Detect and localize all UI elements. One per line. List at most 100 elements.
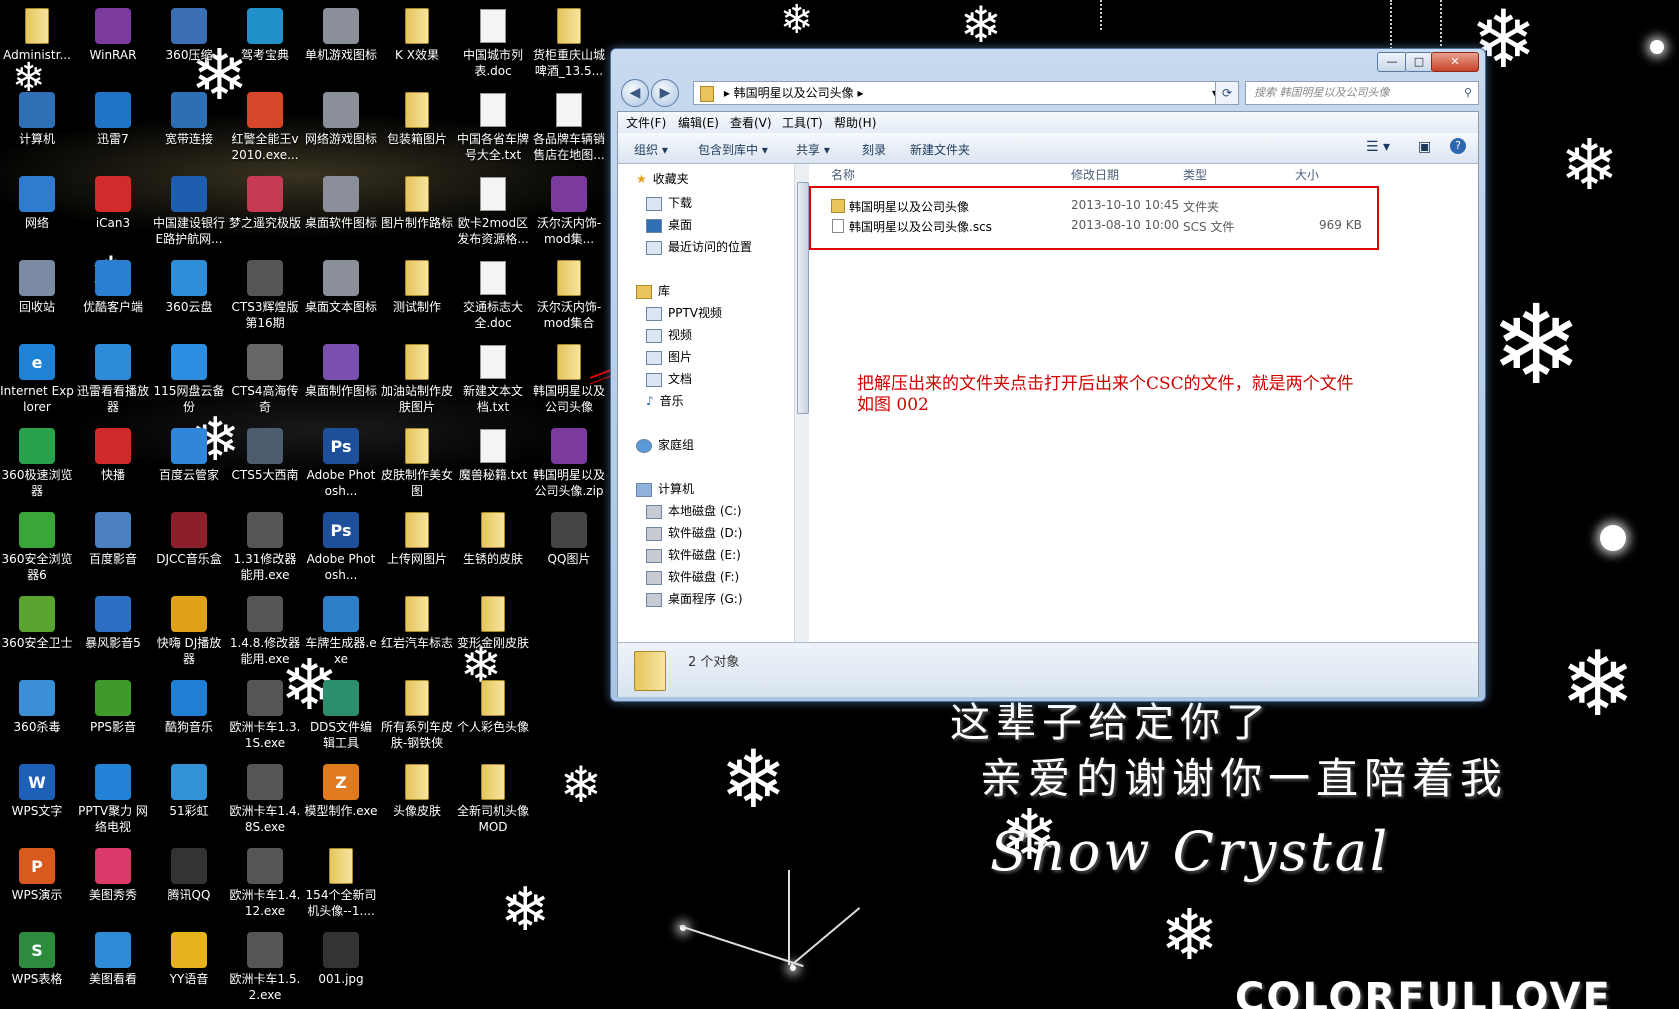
menu-help[interactable]: 帮助(H) bbox=[834, 114, 876, 131]
nav-computer[interactable]: 计算机 bbox=[636, 480, 694, 497]
desktop-icon[interactable]: 优酷客户端 bbox=[76, 260, 150, 315]
desktop-icon[interactable]: 暴风影音5 bbox=[76, 596, 150, 651]
desktop-icon[interactable]: 迅雷看看播放器 bbox=[76, 344, 150, 415]
desktop-icon[interactable]: 欧洲卡车1.3.1S.exe bbox=[228, 680, 302, 751]
column-header-type[interactable]: 类型 bbox=[1183, 166, 1207, 183]
desktop-icon[interactable]: 新建文本文档.txt bbox=[456, 344, 530, 415]
desktop-icon[interactable]: 360压缩 bbox=[152, 8, 226, 63]
close-button[interactable]: ✕ bbox=[1431, 52, 1479, 72]
nav-desktop[interactable]: 桌面 bbox=[646, 216, 692, 233]
desktop-icon[interactable]: 1.31修改器能用.exe bbox=[228, 512, 302, 583]
desktop-icon[interactable]: 红警全能王v2010.exe... bbox=[228, 92, 302, 163]
desktop-icon[interactable]: 各品牌车辆销售店在地图... bbox=[532, 92, 606, 163]
desktop-icon[interactable]: 皮肤制作美女图 bbox=[380, 428, 454, 499]
desktop-icon[interactable]: iCan3 bbox=[76, 176, 150, 231]
desktop-icon[interactable]: Ps Adobe Photosh... bbox=[304, 428, 378, 499]
desktop-icon[interactable]: 154个全新司机头像--1.... bbox=[304, 848, 378, 919]
desktop-icon[interactable]: 加油站制作皮肤图片 bbox=[380, 344, 454, 415]
desktop-icon[interactable]: DDS文件编辑工具 bbox=[304, 680, 378, 751]
address-field[interactable]: ▸ 韩国明星以及公司头像 ▸ ▾ bbox=[693, 81, 1225, 105]
refresh-button[interactable]: ⟳ bbox=[1215, 81, 1239, 105]
desktop-icon[interactable]: 中国建设银行E路护航网... bbox=[152, 176, 226, 247]
desktop-icon[interactable]: DJCC音乐盒 bbox=[152, 512, 226, 567]
nav-drive-f[interactable]: 软件磁盘 (F:) bbox=[646, 568, 739, 585]
desktop-icon[interactable]: 360杀毒 bbox=[0, 680, 74, 735]
nav-pictures[interactable]: 图片 bbox=[646, 348, 692, 365]
new-folder-button[interactable]: 新建文件夹 bbox=[910, 141, 970, 158]
desktop-icon[interactable]: 所有系列车皮肤-钢铁侠 bbox=[380, 680, 454, 751]
desktop-icon[interactable]: 回收站 bbox=[0, 260, 74, 315]
desktop-icon[interactable]: 网络游戏图标 bbox=[304, 92, 378, 147]
minimize-button[interactable]: — bbox=[1377, 52, 1407, 72]
nav-documents[interactable]: 文档 bbox=[646, 370, 692, 387]
desktop-icon[interactable]: 驾考宝典 bbox=[228, 8, 302, 63]
search-icon[interactable]: ⚲ bbox=[1464, 82, 1472, 104]
nav-drive-g[interactable]: 桌面程序 (G:) bbox=[646, 590, 743, 607]
scrollbar-thumb[interactable] bbox=[797, 182, 809, 414]
desktop-icon[interactable]: 快嗨 DJ播放器 bbox=[152, 596, 226, 667]
desktop-icon[interactable]: 百度影音 bbox=[76, 512, 150, 567]
menu-tools[interactable]: 工具(T) bbox=[782, 114, 823, 131]
desktop-icon[interactable]: 360安全卫士 bbox=[0, 596, 74, 651]
desktop-icon[interactable]: 单机游戏图标 bbox=[304, 8, 378, 63]
desktop-icon[interactable]: 个人彩色头像 bbox=[456, 680, 530, 735]
desktop-icon[interactable]: 货柜重庆山城啤酒_13.5... bbox=[532, 8, 606, 79]
desktop-icon[interactable]: 360安全浏览器6 bbox=[0, 512, 74, 583]
desktop-icon[interactable]: 欧洲卡车1.4.12.exe bbox=[228, 848, 302, 919]
desktop-icon[interactable]: 头像皮肤 bbox=[380, 764, 454, 819]
nav-drive-e[interactable]: 软件磁盘 (E:) bbox=[646, 546, 741, 563]
nav-libraries[interactable]: 库 bbox=[636, 282, 670, 299]
nav-pane-scrollbar[interactable] bbox=[794, 164, 809, 642]
desktop-icon[interactable]: 115网盘云备份 bbox=[152, 344, 226, 415]
nav-recent[interactable]: 最近访问的位置 bbox=[646, 238, 752, 255]
desktop-icon[interactable]: 沃尔沃内饰-mod集... bbox=[532, 176, 606, 247]
file-row[interactable]: 韩国明星以及公司头像.scs 2013-08-10 10:00 SCS 文件 9… bbox=[831, 216, 1391, 234]
desktop-icon[interactable]: 全新司机头像MOD bbox=[456, 764, 530, 835]
column-header-size[interactable]: 大小 bbox=[1295, 166, 1319, 183]
desktop-icon[interactable]: 车牌生成器.exe bbox=[304, 596, 378, 667]
desktop-icon[interactable]: 桌面软件图标 bbox=[304, 176, 378, 231]
breadcrumb-current[interactable]: 韩国明星以及公司头像 bbox=[734, 86, 854, 100]
desktop-icon[interactable]: 图片制作路标 bbox=[380, 176, 454, 231]
desktop-icon[interactable]: 百度云管家 bbox=[152, 428, 226, 483]
desktop-icon[interactable]: Z 模型制作.exe bbox=[304, 764, 378, 819]
desktop-icon[interactable]: 51彩虹 bbox=[152, 764, 226, 819]
maximize-button[interactable]: □ bbox=[1405, 52, 1433, 72]
desktop-icon[interactable]: CTS5大西南 bbox=[228, 428, 302, 483]
desktop-icon[interactable]: 网络 bbox=[0, 176, 74, 231]
column-header-name[interactable]: 名称 bbox=[831, 166, 855, 183]
desktop-icon[interactable]: 欧洲卡车1.4.8S.exe bbox=[228, 764, 302, 835]
desktop-icon[interactable]: CTS3辉煌版第16期 bbox=[228, 260, 302, 331]
desktop-icon[interactable]: 韩国明星以及公司头像.zip bbox=[532, 428, 606, 499]
nav-videos[interactable]: 视频 bbox=[646, 326, 692, 343]
nav-music[interactable]: ♪ 音乐 bbox=[646, 392, 684, 409]
explorer-window[interactable]: — □ ✕ ◀ ▶ ▸ 韩国明星以及公司头像 ▸ ▾ ⟳ 搜索 韩国明星以及公司… bbox=[610, 48, 1486, 702]
nav-homegroup[interactable]: 家庭组 bbox=[636, 436, 694, 453]
desktop-icon[interactable]: 桌面制作图标 bbox=[304, 344, 378, 399]
share-button[interactable]: 共享 ▾ bbox=[796, 141, 830, 158]
file-row[interactable]: 韩国明星以及公司头像 2013-10-10 10:45 文件夹 bbox=[831, 196, 1391, 214]
nav-drive-c[interactable]: 本地磁盘 (C:) bbox=[646, 502, 742, 519]
desktop-icon[interactable]: WinRAR bbox=[76, 8, 150, 63]
desktop-icon[interactable]: 测试制作 bbox=[380, 260, 454, 315]
menu-file[interactable]: 文件(F) bbox=[626, 114, 666, 131]
desktop-icon[interactable]: 变形金刚皮肤 bbox=[456, 596, 530, 651]
desktop-icon[interactable]: 欧洲卡车1.5.2.exe bbox=[228, 932, 302, 1003]
desktop-icon[interactable]: CTS4高海传奇 bbox=[228, 344, 302, 415]
desktop-icon[interactable]: K X效果 bbox=[380, 8, 454, 63]
burn-button[interactable]: 刻录 bbox=[862, 141, 886, 158]
desktop-icon[interactable]: e Internet Explorer bbox=[0, 344, 74, 415]
desktop-icon[interactable]: 美图秀秀 bbox=[76, 848, 150, 903]
desktop-icon[interactable]: 交通标志大全.doc bbox=[456, 260, 530, 331]
desktop-icon[interactable]: YY语音 bbox=[152, 932, 226, 987]
desktop-icon[interactable]: 中国各省车牌号大全.txt bbox=[456, 92, 530, 163]
help-icon[interactable]: ? bbox=[1450, 138, 1466, 154]
desktop-icon[interactable]: 001.jpg bbox=[304, 932, 378, 987]
desktop-icon[interactable]: 360极速浏览器 bbox=[0, 428, 74, 499]
desktop-icon[interactable]: Ps Adobe Photosh... bbox=[304, 512, 378, 583]
desktop-icon[interactable]: PPTV聚力 网络电视 bbox=[76, 764, 150, 835]
menu-edit[interactable]: 编辑(E) bbox=[678, 114, 719, 131]
preview-pane-icon[interactable]: ▣ bbox=[1418, 139, 1431, 155]
organize-button[interactable]: 组织 ▾ bbox=[634, 141, 668, 158]
desktop-icon[interactable]: PPS影音 bbox=[76, 680, 150, 735]
